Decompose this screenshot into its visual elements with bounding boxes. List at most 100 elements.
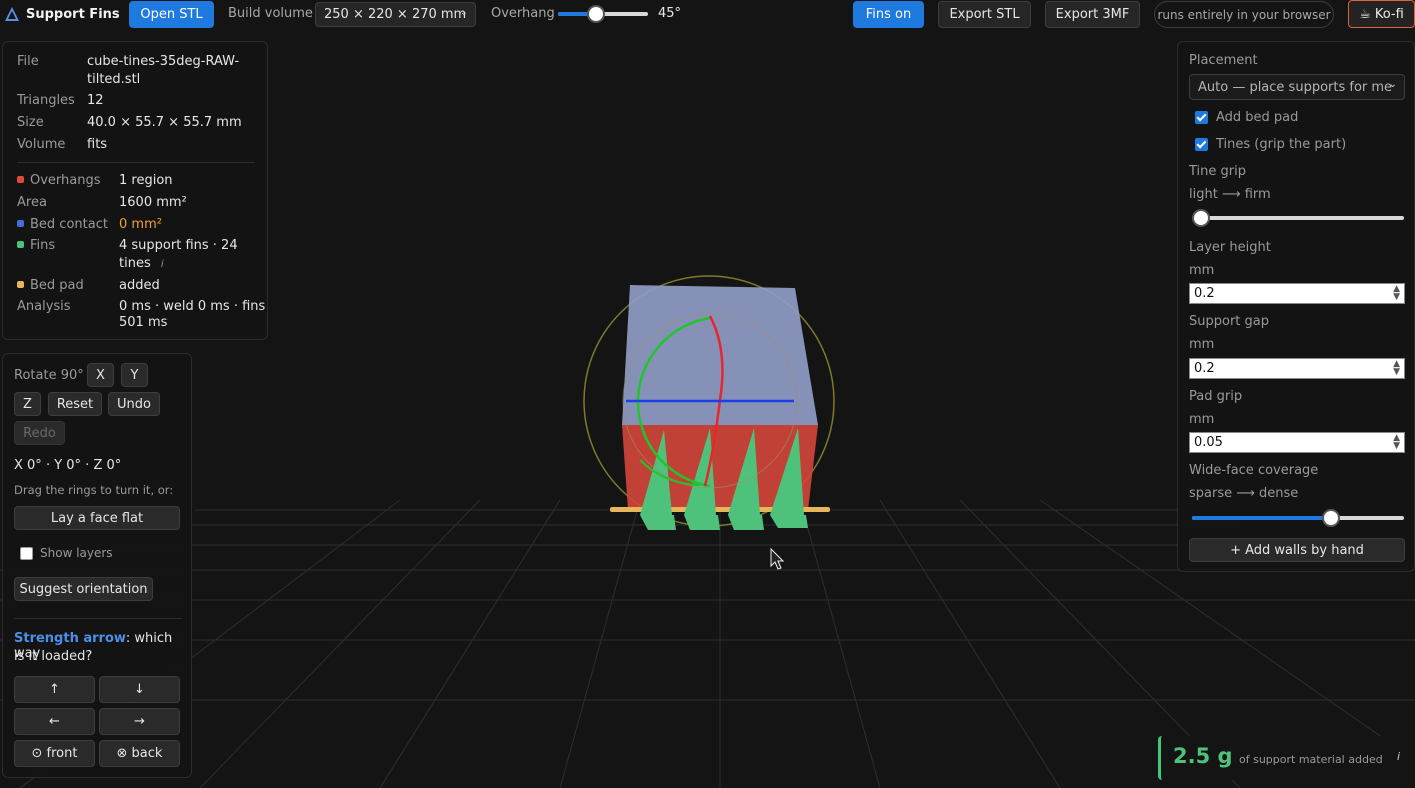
open-stl-button[interactable]: Open STL xyxy=(129,1,214,28)
fins-value: 4 support fins · 24 xyxy=(119,238,238,253)
kofi-label: Ko-fi xyxy=(1374,6,1404,22)
overhang-label: Overhang xyxy=(491,6,555,21)
slider-thumb[interactable] xyxy=(1321,509,1340,527)
undo-button[interactable]: Undo xyxy=(108,392,160,416)
pad-grip-input[interactable]: 0.05 ▲ ▼ xyxy=(1189,432,1405,453)
overhangs-label-text: Overhangs xyxy=(30,173,101,188)
rotate-x-button[interactable]: X xyxy=(87,363,114,387)
tines-checkbox[interactable] xyxy=(1195,138,1208,151)
support-weight-summary: 2.5 g of support material added i xyxy=(1158,736,1415,780)
layer-height-value: 0.2 xyxy=(1194,286,1215,301)
file-info-panel: File cube-tines-35deg-RAW- tilted.stl Tr… xyxy=(2,41,268,340)
layer-height-unit: mm xyxy=(1189,263,1215,278)
export-3mf-button[interactable]: Export 3MF xyxy=(1045,1,1140,28)
tine-grip-label: Tine grip xyxy=(1189,164,1246,179)
add-bed-pad-checkbox[interactable] xyxy=(1195,111,1208,124)
layer-height-input[interactable]: 0.2 ▲ ▼ xyxy=(1189,283,1405,304)
overhangs-label: Overhangs xyxy=(17,173,101,188)
support-gap-label: Support gap xyxy=(1189,314,1269,329)
triangles-label: Triangles xyxy=(17,93,75,108)
coverage-slider[interactable] xyxy=(1192,509,1404,527)
support-gap-input[interactable]: 0.2 ▲ ▼ xyxy=(1189,358,1405,379)
add-walls-button[interactable]: + Add walls by hand xyxy=(1189,538,1405,562)
overhang-dot xyxy=(17,176,24,183)
fins-toggle-button[interactable]: Fins on xyxy=(853,1,924,28)
coffee-cup-icon: ☕ xyxy=(1359,6,1371,22)
redo-button[interactable]: Redo xyxy=(14,421,65,445)
triangles-value: 12 xyxy=(87,93,104,108)
stepper-icon[interactable]: ▲ ▼ xyxy=(1393,434,1400,451)
add-bed-pad-label: Add bed pad xyxy=(1216,110,1299,125)
arrow-down-button[interactable]: ↓ xyxy=(99,676,180,703)
bed-contact-label: Bed contact xyxy=(17,217,108,232)
slider-thumb[interactable] xyxy=(1192,209,1210,227)
triangle-logo-icon xyxy=(5,7,19,21)
bed-contact-value: 0 mm² xyxy=(119,217,162,232)
fins-value-cont: tines i xyxy=(119,256,164,271)
analysis-label: Analysis xyxy=(17,299,71,314)
show-layers-label: Show layers xyxy=(40,546,113,560)
size-value: 40.0 × 55.7 × 55.7 mm xyxy=(87,115,242,130)
slider-fill xyxy=(1192,516,1335,520)
placement-mode-select[interactable]: Auto — place supports for me ⌄ xyxy=(1189,74,1405,100)
layer-height-label: Layer height xyxy=(1189,240,1271,255)
slider-thumb[interactable] xyxy=(586,5,605,23)
brand: Support Fins xyxy=(4,6,120,22)
pad-grip-label: Pad grip xyxy=(1189,389,1243,404)
arrow-left-button[interactable]: ← xyxy=(14,708,95,735)
fins-dot xyxy=(17,241,24,248)
slider-track xyxy=(1192,216,1404,220)
show-layers-checkbox[interactable] xyxy=(20,547,33,560)
area-value: 1600 mm² xyxy=(119,195,187,210)
top-toolbar: Support Fins Open STL Build volume 250 ×… xyxy=(0,0,1415,30)
stepper-icon[interactable]: ▲ ▼ xyxy=(1393,285,1400,302)
overhangs-value: 1 region xyxy=(119,173,173,188)
rotate-z-button[interactable]: Z xyxy=(14,392,41,416)
info-icon[interactable]: i xyxy=(1397,750,1400,763)
tine-grip-range: light ⟶ firm xyxy=(1189,187,1271,202)
support-gap-unit: mm xyxy=(1189,337,1215,352)
export-stl-button[interactable]: Export STL xyxy=(938,1,1031,28)
bed-pad-label: Bed pad xyxy=(17,278,84,293)
rotate-hint: Drag the rings to turn it, or: xyxy=(14,483,174,497)
area-label: Area xyxy=(17,195,47,210)
build-volume-select[interactable]: 250 × 220 × 270 mm ⌄ xyxy=(315,2,476,27)
support-gap-value: 0.2 xyxy=(1194,361,1215,376)
reset-button[interactable]: Reset xyxy=(48,392,102,416)
overhang-value: 45° xyxy=(658,6,682,21)
arrow-right-button[interactable]: → xyxy=(99,708,180,735)
pad-grip-unit: mm xyxy=(1189,412,1215,427)
fins-label: Fins xyxy=(17,238,55,253)
lay-face-flat-button[interactable]: Lay a face flat xyxy=(14,506,180,530)
mouse-cursor xyxy=(770,547,785,570)
bed-pad-label-text: Bed pad xyxy=(30,278,84,293)
rotate-panel: Rotate 90° X Y Z Reset Undo Redo X 0° · … xyxy=(2,353,192,778)
rotation-angles: X 0° · Y 0° · Z 0° xyxy=(14,458,122,473)
kofi-button[interactable]: ☕ Ko-fi xyxy=(1348,0,1415,28)
overhang-slider[interactable] xyxy=(558,5,648,23)
build-volume-label: Build volume xyxy=(228,6,313,21)
divider xyxy=(17,162,255,163)
fins-label-text: Fins xyxy=(30,238,56,253)
bed-contact-dot xyxy=(17,220,24,227)
chevron-down-icon: ⌄ xyxy=(459,7,468,18)
tines-label: Tines (grip the part) xyxy=(1216,137,1347,152)
info-icon[interactable]: i xyxy=(161,259,164,270)
analysis-value-cont: 501 ms xyxy=(119,315,168,330)
front-button[interactable]: ⊙ front xyxy=(14,740,95,767)
coverage-range: sparse ⟶ dense xyxy=(1189,486,1299,501)
support-weight-value: 2.5 g xyxy=(1173,744,1233,768)
rotate-y-button[interactable]: Y xyxy=(121,363,148,387)
tine-grip-slider[interactable] xyxy=(1192,209,1404,227)
placement-mode-value: Auto — place supports for me xyxy=(1198,79,1393,95)
suggest-orientation-button[interactable]: Suggest orientation xyxy=(14,577,153,601)
placement-title: Placement xyxy=(1189,53,1258,68)
back-button[interactable]: ⊗ back xyxy=(99,740,180,767)
bed-pad-value: added xyxy=(119,278,160,293)
file-label: File xyxy=(17,54,39,69)
stepper-icon[interactable]: ▲ ▼ xyxy=(1393,360,1400,377)
arrow-up-button[interactable]: ↑ xyxy=(14,676,95,703)
file-value: cube-tines-35deg-RAW- xyxy=(87,54,240,69)
pad-grip-value: 0.05 xyxy=(1194,435,1223,450)
build-volume-value: 250 × 220 × 270 mm xyxy=(324,7,467,22)
